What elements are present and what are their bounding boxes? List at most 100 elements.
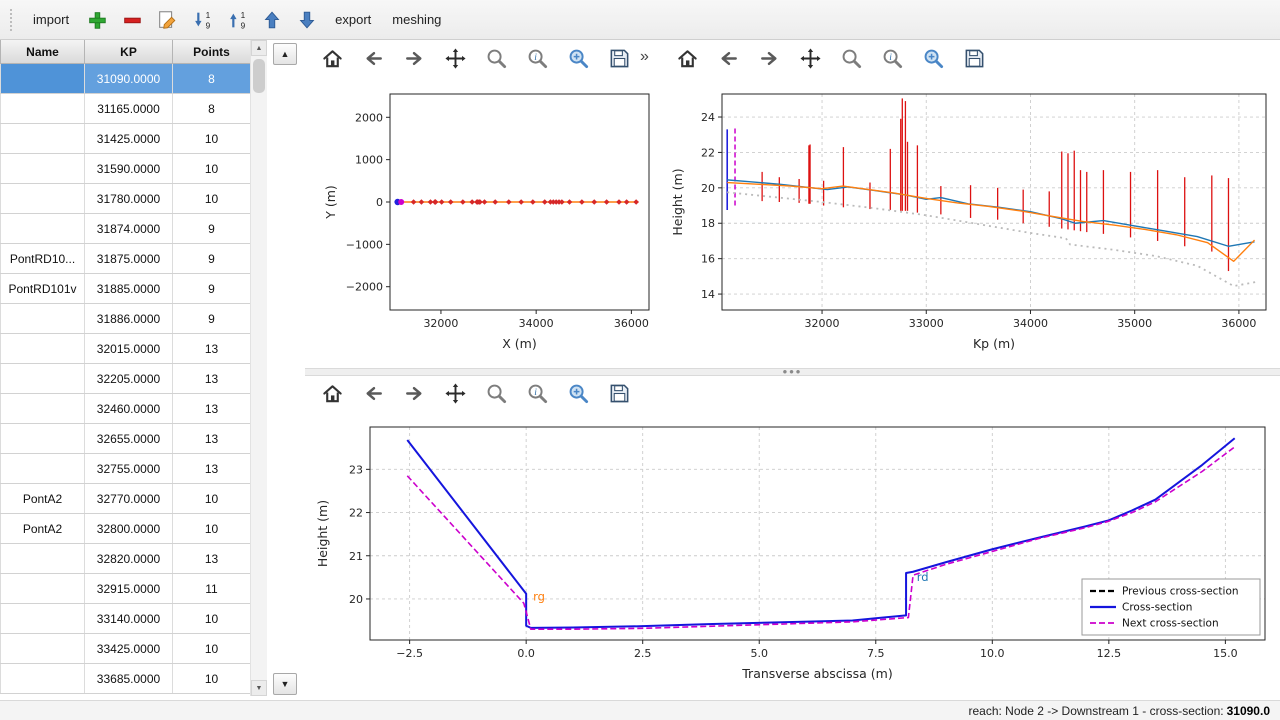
cell-points[interactable]: 9 (173, 274, 251, 304)
back-icon[interactable] (360, 380, 386, 406)
cell-points[interactable]: 13 (173, 364, 251, 394)
cell-kp[interactable]: 31886.0000 (85, 304, 173, 334)
forward-icon[interactable] (401, 380, 427, 406)
cell-name[interactable] (1, 664, 85, 694)
cell-name[interactable] (1, 394, 85, 424)
cell-points[interactable]: 13 (173, 394, 251, 424)
toolbar-handle[interactable] (10, 9, 15, 31)
cell-name[interactable] (1, 304, 85, 334)
cell-points[interactable]: 13 (173, 334, 251, 364)
cell-points[interactable]: 10 (173, 484, 251, 514)
cell-kp[interactable]: 31425.0000 (85, 124, 173, 154)
table-row[interactable]: 31090.00008 (1, 64, 251, 94)
table-row[interactable]: 31165.00008 (1, 94, 251, 124)
cell-name[interactable] (1, 124, 85, 154)
cell-name[interactable] (1, 424, 85, 454)
sort-asc-icon[interactable]: 19 (224, 7, 250, 33)
save-icon[interactable] (961, 45, 987, 71)
cell-kp[interactable]: 32460.0000 (85, 394, 173, 424)
cell-points[interactable]: 10 (173, 664, 251, 694)
move-down-icon[interactable] (294, 7, 320, 33)
cell-name[interactable] (1, 364, 85, 394)
table-row[interactable]: 33425.000010 (1, 634, 251, 664)
cell-points[interactable]: 10 (173, 154, 251, 184)
cell-points[interactable]: 9 (173, 304, 251, 334)
cell-kp[interactable]: 32800.0000 (85, 514, 173, 544)
table-row[interactable]: 32820.000013 (1, 544, 251, 574)
cell-points[interactable]: 10 (173, 634, 251, 664)
table-row[interactable]: 31874.00009 (1, 214, 251, 244)
cell-points[interactable]: 10 (173, 604, 251, 634)
cell-points[interactable]: 10 (173, 184, 251, 214)
pan-icon[interactable] (442, 45, 468, 71)
cell-points[interactable]: 13 (173, 424, 251, 454)
customize-icon[interactable] (920, 45, 946, 71)
cell-kp[interactable]: 31590.0000 (85, 154, 173, 184)
table-row[interactable]: 32655.000013 (1, 424, 251, 454)
cell-name[interactable] (1, 94, 85, 124)
table-row[interactable]: 31590.000010 (1, 154, 251, 184)
cell-name[interactable] (1, 334, 85, 364)
table-row[interactable]: PontRD10...31875.00009 (1, 244, 251, 274)
scrollbar-thumb[interactable] (253, 59, 265, 93)
toolbar-button-meshing[interactable]: meshing (386, 8, 447, 31)
cell-name[interactable] (1, 214, 85, 244)
home-icon[interactable] (319, 45, 345, 71)
table-row[interactable]: 31425.000010 (1, 124, 251, 154)
cell-name[interactable]: PontA2 (1, 514, 85, 544)
subplots-icon[interactable]: i (879, 45, 905, 71)
cell-kp[interactable]: 32820.0000 (85, 544, 173, 574)
remove-icon[interactable] (119, 7, 145, 33)
cell-kp[interactable]: 32655.0000 (85, 424, 173, 454)
table-row[interactable]: 32205.000013 (1, 364, 251, 394)
subplots-icon[interactable]: i (524, 380, 550, 406)
table-row[interactable]: 33685.000010 (1, 664, 251, 694)
cell-points[interactable]: 10 (173, 124, 251, 154)
cell-name[interactable]: PontRD10... (1, 244, 85, 274)
cell-kp[interactable]: 32205.0000 (85, 364, 173, 394)
scrollbar-up-icon[interactable]: ▲ (251, 40, 267, 56)
cell-name[interactable]: PontRD101v (1, 274, 85, 304)
forward-icon[interactable] (756, 45, 782, 71)
cell-name[interactable] (1, 454, 85, 484)
edit-icon[interactable] (154, 7, 180, 33)
cell-points[interactable]: 10 (173, 514, 251, 544)
zoom-icon[interactable] (838, 45, 864, 71)
cell-kp[interactable]: 31885.0000 (85, 274, 173, 304)
zoom-icon[interactable] (483, 45, 509, 71)
cell-points[interactable]: 9 (173, 214, 251, 244)
table-row[interactable]: 32755.000013 (1, 454, 251, 484)
toolbar-button-export[interactable]: export (329, 8, 377, 31)
move-up-icon[interactable] (259, 7, 285, 33)
cell-name[interactable] (1, 184, 85, 214)
table-row[interactable]: PontA232770.000010 (1, 484, 251, 514)
cell-points[interactable]: 8 (173, 94, 251, 124)
cross-section-chart[interactable]: −2.50.02.55.07.510.012.515.020212223Tran… (305, 410, 1280, 700)
header-points[interactable]: Points (173, 40, 251, 64)
table-row[interactable]: 32915.000011 (1, 574, 251, 604)
header-name[interactable]: Name (1, 40, 85, 64)
cell-kp[interactable]: 33685.0000 (85, 664, 173, 694)
toolbar-overflow-chevron[interactable]: » (640, 48, 649, 66)
forward-icon[interactable] (401, 45, 427, 71)
subplots-icon[interactable]: i (524, 45, 550, 71)
table-row[interactable]: PontRD101v31885.00009 (1, 274, 251, 304)
zoom-icon[interactable] (483, 380, 509, 406)
table-row[interactable]: PontA232800.000010 (1, 514, 251, 544)
cell-name[interactable] (1, 154, 85, 184)
pan-icon[interactable] (797, 45, 823, 71)
horizontal-splitter[interactable]: ••• (305, 368, 1280, 376)
table-row[interactable]: 31886.00009 (1, 304, 251, 334)
plan-view-chart[interactable]: 320003400036000−2000−1000010002000X (m)Y… (305, 76, 659, 368)
table-row[interactable]: 32015.000013 (1, 334, 251, 364)
add-icon[interactable] (84, 7, 110, 33)
cell-kp[interactable]: 32015.0000 (85, 334, 173, 364)
cell-points[interactable]: 8 (173, 64, 251, 94)
table-row[interactable]: 32460.000013 (1, 394, 251, 424)
customize-icon[interactable] (565, 45, 591, 71)
cell-kp[interactable]: 31780.0000 (85, 184, 173, 214)
toolbar-button-import[interactable]: import (27, 8, 75, 31)
cell-points[interactable]: 9 (173, 244, 251, 274)
home-icon[interactable] (674, 45, 700, 71)
home-icon[interactable] (319, 380, 345, 406)
